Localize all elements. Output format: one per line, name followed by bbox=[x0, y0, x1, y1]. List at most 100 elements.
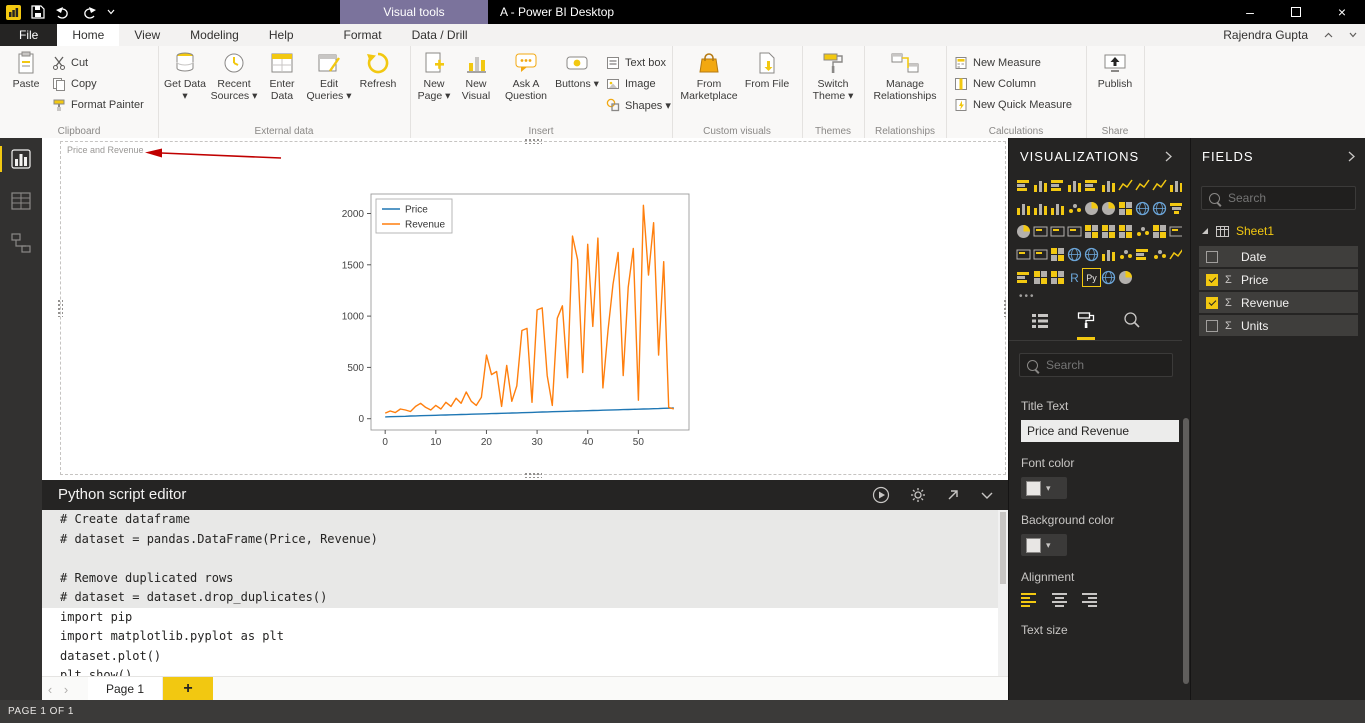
play-axis-icon[interactable] bbox=[1118, 270, 1133, 285]
script-options-gear-icon[interactable] bbox=[910, 487, 926, 503]
card-icon[interactable] bbox=[1033, 224, 1048, 239]
tab-view[interactable]: View bbox=[119, 24, 175, 46]
donut-chart-icon[interactable] bbox=[1101, 201, 1116, 216]
matrix-icon[interactable] bbox=[1118, 224, 1133, 239]
network-chart-icon[interactable] bbox=[1152, 247, 1167, 262]
panel-scrollbar-thumb[interactable] bbox=[1183, 418, 1189, 684]
tab-modeling[interactable]: Modeling bbox=[175, 24, 254, 46]
area-chart-icon[interactable] bbox=[1135, 178, 1150, 193]
r-script-visual-icon[interactable]: R bbox=[1067, 270, 1082, 285]
font-color-picker[interactable]: ▾ bbox=[1021, 477, 1067, 499]
field-checkbox[interactable] bbox=[1206, 250, 1218, 263]
add-page-button[interactable]: + bbox=[163, 677, 214, 701]
field-row-revenue[interactable]: Σ Revenue bbox=[1199, 292, 1358, 313]
field-checkbox[interactable] bbox=[1206, 296, 1218, 309]
expander-icon[interactable] bbox=[1201, 227, 1209, 235]
refresh-button[interactable]: Refresh bbox=[354, 50, 402, 122]
python-visual[interactable]: Price and Revenue 0 500 1000 1500 2000 0 10 20 3… bbox=[57, 138, 1009, 478]
kpi-icon[interactable] bbox=[1067, 224, 1082, 239]
tab-format[interactable]: Format bbox=[329, 24, 397, 46]
buttons-button[interactable]: Buttons ▾ bbox=[554, 50, 600, 122]
format-search-box[interactable] bbox=[1019, 353, 1173, 377]
table-sheet1[interactable]: Sheet1 bbox=[1191, 214, 1365, 246]
stacked-column-chart-icon[interactable] bbox=[1033, 178, 1048, 193]
save-icon[interactable] bbox=[31, 5, 45, 19]
map-icon[interactable] bbox=[1135, 201, 1150, 216]
run-script-icon[interactable] bbox=[872, 486, 890, 504]
collapse-fields-chevron-icon[interactable] bbox=[1348, 151, 1355, 162]
collapse-editor-chevron-icon[interactable] bbox=[980, 491, 994, 500]
recent-sources-button[interactable]: Recent Sources ▾ bbox=[208, 50, 260, 122]
100-stacked-bar-chart-icon[interactable] bbox=[1084, 178, 1099, 193]
code-editor-scrollbar[interactable] bbox=[998, 510, 1008, 676]
infographic-icon[interactable] bbox=[1101, 247, 1116, 262]
tab-home[interactable]: Home bbox=[57, 24, 120, 46]
key-influencers-icon[interactable] bbox=[1135, 224, 1150, 239]
tab-file[interactable]: File bbox=[0, 24, 58, 46]
python-code-editor[interactable]: # Create dataframe # dataset = pandas.Dat… bbox=[42, 510, 1008, 676]
title-text-input[interactable] bbox=[1021, 420, 1179, 442]
code-line[interactable]: import pip bbox=[42, 608, 1008, 628]
treemap-icon[interactable] bbox=[1118, 201, 1133, 216]
previous-page-arrow-icon[interactable]: ‹ bbox=[42, 682, 58, 697]
text-box-button[interactable]: Text box bbox=[606, 54, 666, 72]
word-cloud-icon[interactable] bbox=[1118, 247, 1133, 262]
ribbon-chart-icon[interactable] bbox=[1033, 201, 1048, 216]
shape-map-icon[interactable] bbox=[1067, 247, 1082, 262]
new-measure-button[interactable]: New Measure bbox=[954, 54, 1041, 72]
new-quick-measure-button[interactable]: New Quick Measure bbox=[954, 96, 1072, 114]
cut-button[interactable]: Cut bbox=[52, 54, 88, 72]
align-center-button[interactable] bbox=[1049, 591, 1069, 609]
close-button[interactable]: × bbox=[1319, 0, 1365, 24]
resize-handle-top[interactable] bbox=[524, 138, 542, 144]
field-row-date[interactable]: Date bbox=[1199, 246, 1358, 267]
tab-analytics-pane[interactable] bbox=[1123, 311, 1141, 340]
new-page-button[interactable]: New Page ▾ bbox=[414, 50, 454, 122]
scatter-chart-icon[interactable] bbox=[1067, 201, 1082, 216]
new-visual-button[interactable]: New Visual bbox=[454, 50, 498, 122]
redo-icon[interactable] bbox=[81, 5, 97, 19]
stacked-area-chart-icon[interactable] bbox=[1152, 178, 1167, 193]
ribbon-options-caret-icon[interactable] bbox=[1349, 32, 1357, 38]
field-checkbox[interactable] bbox=[1206, 319, 1218, 332]
code-line[interactable]: # Create dataframe bbox=[42, 510, 1008, 530]
manage-relationships-button[interactable]: Manage Relationships bbox=[868, 50, 942, 122]
publish-button[interactable]: Publish bbox=[1091, 50, 1139, 122]
more-visuals-ellipsis[interactable]: ••• bbox=[1009, 287, 1183, 302]
code-line[interactable]: # dataset = dataset.drop_duplicates() bbox=[42, 588, 1008, 608]
maximize-button[interactable] bbox=[1273, 0, 1319, 24]
slicer-icon[interactable] bbox=[1084, 224, 1099, 239]
code-line[interactable]: import matplotlib.pyplot as plt bbox=[42, 627, 1008, 647]
clustered-bar-chart-icon[interactable] bbox=[1050, 178, 1065, 193]
fields-search-input[interactable] bbox=[1226, 190, 1348, 206]
page-tab[interactable]: Page 1 bbox=[88, 677, 164, 701]
code-line[interactable]: dataset.plot() bbox=[42, 647, 1008, 667]
field-checkbox[interactable] bbox=[1206, 273, 1218, 286]
align-right-button[interactable] bbox=[1077, 591, 1097, 609]
fields-search-box[interactable] bbox=[1201, 186, 1356, 210]
align-left-button[interactable] bbox=[1021, 591, 1041, 609]
clustered-column-chart-icon[interactable] bbox=[1067, 178, 1082, 193]
minimize-button[interactable]: – bbox=[1227, 0, 1273, 24]
filled-map-icon[interactable] bbox=[1152, 201, 1167, 216]
switch-theme-button[interactable]: Switch Theme ▾ bbox=[807, 50, 859, 122]
field-row-units[interactable]: Σ Units bbox=[1199, 315, 1358, 336]
code-line[interactable] bbox=[42, 549, 1008, 569]
multi-row-card-icon[interactable] bbox=[1050, 224, 1065, 239]
python-script-visual-icon[interactable]: Py bbox=[1082, 268, 1101, 287]
report-canvas[interactable]: Price and Revenue 0 500 1000 1500 2000 0 10 20 3… bbox=[42, 138, 1009, 480]
edit-queries-button[interactable]: Edit Queries ▾ bbox=[304, 50, 354, 122]
waterfall-chart-icon[interactable] bbox=[1050, 201, 1065, 216]
line-chart-icon[interactable] bbox=[1118, 178, 1133, 193]
decomposition-tree-icon[interactable] bbox=[1152, 224, 1167, 239]
sidebar-item-data-view[interactable] bbox=[0, 180, 42, 222]
100-stacked-column-chart-icon[interactable] bbox=[1101, 178, 1116, 193]
from-marketplace-button[interactable]: From Marketplace bbox=[676, 50, 742, 122]
format-search-input[interactable] bbox=[1044, 357, 1165, 373]
resize-handle-left[interactable] bbox=[57, 299, 63, 317]
power-apps-icon[interactable] bbox=[1050, 247, 1065, 262]
format-painter-button[interactable]: Format Painter bbox=[52, 96, 144, 114]
image-button[interactable]: Image bbox=[606, 75, 656, 93]
collapse-visualizations-chevron-icon[interactable] bbox=[1165, 151, 1172, 162]
undo-icon[interactable] bbox=[55, 5, 71, 19]
